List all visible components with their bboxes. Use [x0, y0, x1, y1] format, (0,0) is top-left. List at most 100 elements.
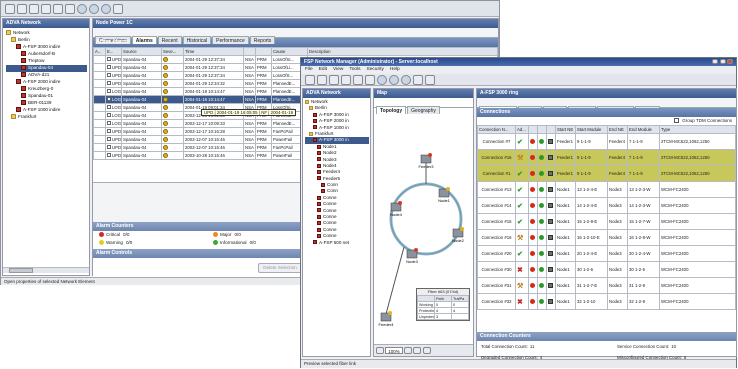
connection-row[interactable]: Connection #1 ✔ Feeder1 9 1-1-9 Feeder4 7 1-1…: [477, 165, 736, 182]
menu-edit[interactable]: Edit: [319, 67, 327, 72]
conn-col-header[interactable]: Ad...: [515, 125, 529, 134]
back-tree-item[interactable]: Spandau-01: [6, 93, 87, 100]
menu-tools[interactable]: Tools: [349, 67, 360, 72]
fit-icon[interactable]: [413, 347, 422, 354]
circle-icon[interactable]: [401, 75, 411, 85]
ack-checkbox[interactable]: [107, 97, 111, 101]
help-icon[interactable]: [65, 4, 75, 14]
ack-checkbox[interactable]: [107, 105, 111, 109]
feeder4-link[interactable]: [385, 246, 405, 315]
back-tree-item[interactable]: Kreuzberg-0: [6, 86, 87, 93]
ack-checkbox[interactable]: [107, 145, 111, 149]
back-tree-item[interactable]: A-FSP 3000 indire: [6, 44, 87, 51]
ack-checkbox[interactable]: [107, 137, 111, 141]
maximize-icon[interactable]: [719, 59, 726, 64]
back-tree-item[interactable]: Spandau-04: [6, 65, 87, 72]
ack-checkbox[interactable]: [107, 121, 111, 125]
ack-checkbox[interactable]: [107, 113, 111, 117]
back-tree-item[interactable]: Berlin: [6, 37, 87, 44]
ack-checkbox[interactable]: [107, 89, 111, 93]
alarm-col-header[interactable]: Seve...: [161, 47, 184, 56]
delete-selection-button[interactable]: Delete Selection: [258, 263, 302, 273]
alarm-col-header[interactable]: [243, 47, 256, 56]
tool-icon[interactable]: [17, 4, 27, 14]
help-icon[interactable]: [365, 75, 375, 85]
back-tab-performance[interactable]: Performance: [212, 36, 249, 44]
circle-icon[interactable]: [89, 4, 99, 14]
zoom-out-icon[interactable]: [376, 347, 384, 354]
menu-security[interactable]: Security: [367, 67, 384, 72]
alarm-col-header[interactable]: Time: [183, 47, 244, 56]
back-tree-item[interactable]: A-FSP 2000 indire: [6, 79, 87, 86]
alarm-col-header[interactable]: A...: [93, 47, 106, 56]
conn-col-header[interactable]: [528, 125, 538, 134]
back-tree-item[interactable]: Network: [6, 30, 87, 37]
menu-file[interactable]: File: [305, 67, 313, 72]
node-icon[interactable]: [29, 4, 39, 14]
grid-icon[interactable]: [305, 75, 315, 85]
conn-col-header[interactable]: End NE: [607, 125, 628, 134]
connection-row[interactable]: Connection #14 ✔ Node1 14 1-2-4-E Node3 14 1-…: [477, 197, 736, 214]
ack-checkbox[interactable]: [107, 73, 111, 77]
connection-row[interactable]: Connection #30 ✖ Node1 30 1-2-6 Node3 30 1-2-…: [477, 261, 736, 278]
circle-icon[interactable]: [77, 4, 87, 14]
connection-row[interactable]: Connection #16 ⚒ Node1 16 1-2-10-E Node3 16 1…: [477, 229, 736, 246]
connection-row[interactable]: Connection #15 ✔ Node1 15 1-2-8-E Node3 15 1-…: [477, 213, 736, 230]
zoom-in-icon[interactable]: [404, 347, 413, 354]
connection-row[interactable]: Connection #20 ✔ Node1 20 1-2-4-E Node3 20 1-…: [477, 245, 736, 262]
save-icon[interactable]: [341, 75, 351, 85]
zoom-level[interactable]: 100%: [385, 347, 403, 354]
minimize-icon[interactable]: [712, 59, 719, 64]
connection-row[interactable]: Connection #15 ⚒ Feeder1 9 1-1-9 Feeder4 7 1-…: [477, 149, 736, 166]
ack-checkbox[interactable]: [107, 57, 111, 61]
back-tree-item[interactable]: BER-01139: [6, 100, 87, 107]
circle-icon[interactable]: [101, 4, 111, 14]
ack-checkbox[interactable]: [107, 129, 111, 133]
menu-view[interactable]: View: [333, 67, 343, 72]
tool-icon[interactable]: [317, 75, 327, 85]
circle-icon[interactable]: [389, 75, 399, 85]
connection-row[interactable]: Connection #7 ✔ Feeder1 9 1-1-9 Feeder4 7 1-1…: [477, 133, 736, 150]
alarm-col-header[interactable]: Description: [307, 47, 498, 56]
back-tab-historical[interactable]: Historical: [182, 36, 212, 44]
circle-icon[interactable]: [377, 75, 387, 85]
conn-col-header[interactable]: [537, 125, 547, 134]
ack-checkbox[interactable]: [107, 65, 111, 69]
conn-col-header[interactable]: Start NE: [555, 125, 576, 134]
back-tree-item[interactable]: Aubersdorf-B: [6, 51, 87, 58]
group-tdm-checkbox[interactable]: [674, 118, 680, 124]
arrows-icon[interactable]: [353, 75, 363, 85]
alarm-col-header[interactable]: Cause: [271, 47, 308, 56]
back-tab-recent[interactable]: Recent: [157, 36, 182, 44]
conn-col-header[interactable]: Type: [659, 125, 736, 134]
connection-row[interactable]: Connection #32 ✖ Node1 32 1-2-10 Node3 32 1-2…: [477, 293, 736, 310]
front-tree-item[interactable]: A-FSP 500 net: [305, 240, 369, 246]
back-tree-item[interactable]: Frankfurt: [6, 114, 87, 121]
grid-icon[interactable]: [5, 4, 15, 14]
conn-col-header[interactable]: End Module: [627, 125, 660, 134]
save-icon[interactable]: [41, 4, 51, 14]
alarm-col-header[interactable]: E...: [105, 47, 122, 56]
pan-icon[interactable]: [422, 347, 431, 354]
back-tab-reports[interactable]: Reports: [249, 36, 276, 44]
conn-col-header[interactable]: Connection N...: [477, 125, 516, 134]
ack-checkbox[interactable]: [107, 81, 111, 85]
refresh-icon[interactable]: [425, 75, 435, 85]
alarm-col-header[interactable]: [255, 47, 272, 56]
back-tree-item[interactable]: A-FSP 1000 indire: [6, 107, 87, 114]
connection-row[interactable]: Connection #13 ✔ Node1 13 1-2-4-E Node3 13 1-…: [477, 181, 736, 198]
node-icon[interactable]: [329, 75, 339, 85]
back-tree-item[interactable]: ADVA-d21: [6, 72, 87, 79]
ack-checkbox[interactable]: [107, 153, 111, 157]
conn-col-header[interactable]: Start Module: [575, 125, 608, 134]
info-icon[interactable]: [113, 4, 123, 14]
conn-col-header[interactable]: [546, 125, 556, 134]
back-tree-item[interactable]: Treptow: [6, 58, 87, 65]
arrows-icon[interactable]: [53, 4, 63, 14]
menu-help[interactable]: Help: [390, 67, 400, 72]
back-tree-hscroll[interactable]: [3, 267, 89, 273]
connection-row[interactable]: Connection #31 ⚒ Node1 31 1-2-7-E Node3 31 1-…: [477, 277, 736, 294]
back-tab-alarms[interactable]: Alarms: [131, 36, 157, 44]
info-icon[interactable]: [413, 75, 423, 85]
close-icon[interactable]: [727, 59, 733, 64]
